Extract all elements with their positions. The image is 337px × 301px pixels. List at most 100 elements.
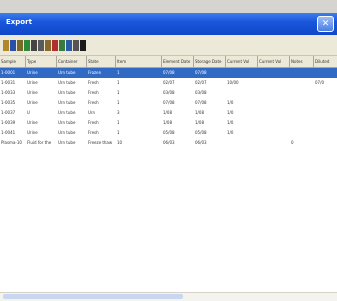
table-cell: 1/0: [227, 110, 234, 115]
table-cell: Urn: [88, 110, 96, 115]
column-header[interactable]: Type: [26, 56, 57, 67]
filter-icon[interactable]: [66, 40, 72, 51]
table-cell: [258, 128, 290, 138]
data-grid: Sample Type Container State Item Element…: [0, 56, 337, 293]
table-cell: [226, 68, 258, 78]
table-row[interactable]: 1-0037 U Urn tube Urn 3 1/08 1/08 1/0: [0, 108, 337, 118]
column-header[interactable]: State: [87, 56, 116, 67]
table-cell: 1: [117, 80, 120, 85]
desktop-strip: [0, 0, 337, 13]
table-row[interactable]: 1-0001 Urine Urn tube Frozen 1 07/08 07/…: [0, 68, 337, 78]
table-cell: 1: [117, 90, 120, 95]
table-cell: 1/08: [195, 120, 204, 125]
table-cell: 1: [117, 70, 120, 75]
cut-icon[interactable]: [31, 40, 37, 51]
table-cell: 02/07: [163, 80, 175, 85]
column-header[interactable]: Diluted: [314, 56, 337, 67]
table-cell: Freeze thaw: [88, 140, 113, 145]
open-icon[interactable]: [17, 40, 23, 51]
column-header[interactable]: Container: [57, 56, 87, 67]
table-cell: [290, 118, 314, 128]
table-cell: 07/08: [195, 100, 207, 105]
table-cell: Urn tube: [58, 140, 76, 145]
table-cell: [314, 98, 337, 108]
table-cell: Urine: [27, 70, 38, 75]
table-cell: [314, 108, 337, 118]
table-cell: [258, 108, 290, 118]
paste-icon[interactable]: [45, 40, 51, 51]
table-cell: 07/08: [195, 70, 207, 75]
table-cell: Urn tube: [58, 110, 76, 115]
title-bar[interactable]: Export ✕: [0, 13, 337, 35]
table-row[interactable]: 1-0031 Urine Urn tube Fresh 1 02/07 02/0…: [0, 78, 337, 88]
table-cell: 1-0001: [1, 70, 16, 75]
table-cell: Urn tube: [58, 120, 76, 125]
table-cell: [290, 108, 314, 118]
table-cell: 03/08: [195, 90, 207, 95]
table-cell: Fresh: [88, 90, 99, 95]
table-row[interactable]: Plasma-10 Fluid for the Urn tube Freeze …: [0, 138, 337, 148]
table-row[interactable]: 1-0041 Urine Urn tube Fresh 1 05/08 05/0…: [0, 128, 337, 138]
delete-icon[interactable]: [52, 40, 58, 51]
table-cell: [290, 68, 314, 78]
table-cell: 06/03: [163, 140, 175, 145]
column-header[interactable]: Item: [116, 56, 162, 67]
table-cell: [290, 78, 314, 88]
toolbar: [0, 35, 337, 56]
table-cell: 1/0: [227, 100, 234, 105]
table-cell: [258, 68, 290, 78]
refresh-icon[interactable]: [24, 40, 30, 51]
table-cell: [226, 138, 258, 148]
table-cell: Urn tube: [58, 90, 76, 95]
table-row[interactable]: 1-0035 Urine Urn tube Fresh 1 07/08 07/0…: [0, 98, 337, 108]
column-header[interactable]: Current Vol: [258, 56, 290, 67]
column-header[interactable]: Current Vol: [226, 56, 258, 67]
table-cell: Urine: [27, 120, 38, 125]
table-cell: 07/0: [315, 80, 324, 85]
table-cell: 1-0031: [1, 80, 16, 85]
table-cell: 1-0033: [1, 90, 16, 95]
save-icon[interactable]: [10, 40, 16, 51]
table-cell: Plasma-10: [1, 140, 22, 145]
table-cell: 1: [117, 120, 120, 125]
table-cell: Fresh: [88, 120, 99, 125]
column-header[interactable]: Notes: [290, 56, 314, 67]
table-cell: 1: [117, 130, 120, 135]
table-cell: Urine: [27, 80, 38, 85]
find-icon[interactable]: [73, 40, 79, 51]
table-cell: 0: [291, 140, 294, 145]
table-cell: [314, 118, 337, 128]
table-cell: 1-0041: [1, 130, 16, 135]
table-cell: [314, 128, 337, 138]
table-cell: [258, 98, 290, 108]
print-icon[interactable]: [80, 40, 86, 51]
table-cell: 1/0: [227, 130, 234, 135]
table-cell: Frozen: [88, 70, 102, 75]
folder-icon[interactable]: [3, 40, 9, 51]
table-cell: [290, 88, 314, 98]
table-cell: Urine: [27, 90, 38, 95]
column-header[interactable]: Storage Date: [194, 56, 226, 67]
table-cell: 05/08: [163, 130, 175, 135]
table-cell: [258, 118, 290, 128]
table-cell: Urn tube: [58, 80, 76, 85]
table-row[interactable]: 1-0033 Urine Urn tube Fresh 1 03/08 03/0…: [0, 88, 337, 98]
table-cell: Fresh: [88, 100, 99, 105]
close-button[interactable]: ✕: [317, 16, 334, 32]
table-cell: 07/08: [163, 70, 175, 75]
table-cell: 1/0: [227, 120, 234, 125]
table-cell: [314, 88, 337, 98]
copy-icon[interactable]: [38, 40, 44, 51]
table-cell: [258, 138, 290, 148]
table-cell: Urn tube: [58, 130, 76, 135]
table-cell: [258, 78, 290, 88]
grid-icon[interactable]: [59, 40, 65, 51]
column-header[interactable]: Element Date: [162, 56, 194, 67]
export-window: Export ✕ Sample Type Container State Ite…: [0, 0, 337, 301]
table-cell: 05/08: [195, 130, 207, 135]
scrollbar-thumb[interactable]: [3, 294, 183, 299]
table-cell: 02/07: [195, 80, 207, 85]
table-cell: Fresh: [88, 80, 99, 85]
table-row[interactable]: 1-0039 Urine Urn tube Fresh 1 1/08 1/08 …: [0, 118, 337, 128]
column-header[interactable]: Sample: [0, 56, 26, 67]
